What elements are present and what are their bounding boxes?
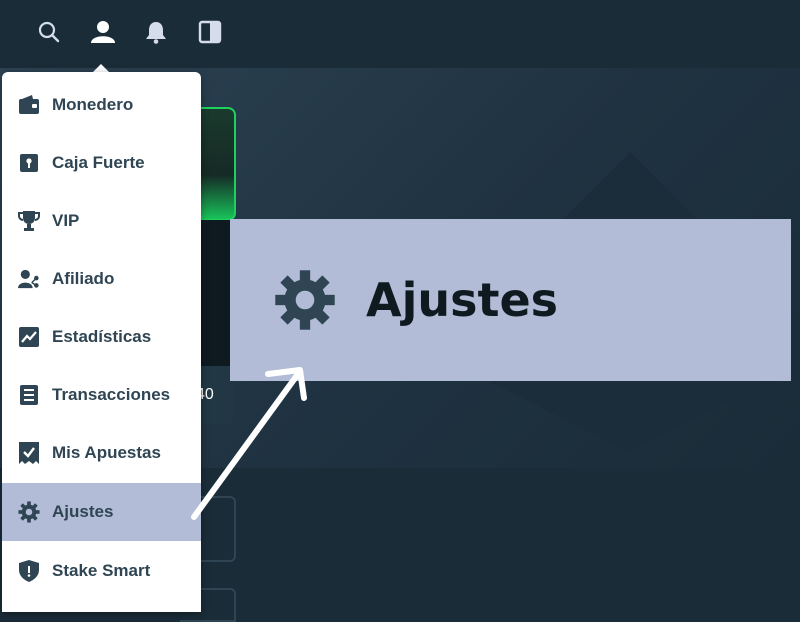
bell-icon[interactable]	[142, 18, 170, 46]
gear-icon	[274, 269, 336, 331]
menu-item-label: Transacciones	[52, 385, 171, 404]
menu-item-label: Stake Smart	[52, 561, 151, 580]
menu-item-label: Mis Apuestas	[52, 443, 161, 462]
menu-item-label: VIP	[52, 211, 80, 230]
trophy-icon	[18, 210, 40, 232]
annotation-arrow	[191, 367, 307, 520]
search-icon[interactable]	[35, 18, 63, 46]
affiliate-icon	[18, 268, 40, 290]
menu-item-estadisticas[interactable]: Estadísticas	[2, 308, 201, 366]
gear-icon	[18, 501, 40, 523]
menu-item-label: Caja Fuerte	[52, 153, 145, 172]
menu-item-caja-fuerte[interactable]: Caja Fuerte	[2, 134, 201, 192]
menu-item-transacciones[interactable]: Transacciones	[2, 366, 201, 424]
menu-item-label: Afiliado	[52, 269, 115, 288]
stats-icon	[18, 326, 40, 348]
menu-item-label: Monedero	[52, 95, 134, 114]
safe-icon	[18, 152, 40, 174]
user-icon[interactable]	[89, 18, 117, 46]
user-dropdown-menu: Monedero Caja Fuerte VIP Afiliado Estadí…	[2, 72, 201, 612]
menu-item-mis-apuestas[interactable]: Mis Apuestas	[2, 424, 201, 482]
menu-item-label: Estadísticas	[52, 327, 152, 346]
menu-item-vip[interactable]: VIP	[2, 192, 201, 250]
shield-icon	[18, 560, 40, 582]
menu-item-monedero[interactable]: Monedero	[2, 76, 201, 134]
menu-item-stake-smart[interactable]: Stake Smart	[2, 542, 201, 600]
menu-item-label: Ajustes	[52, 502, 114, 521]
menu-item-afiliado[interactable]: Afiliado	[2, 250, 201, 308]
menu-item-ajustes[interactable]: Ajustes	[2, 483, 201, 541]
sidebar-toggle-icon[interactable]	[196, 18, 224, 46]
top-bar	[0, 0, 800, 68]
transactions-icon	[18, 384, 40, 406]
bets-icon	[18, 442, 40, 464]
wallet-icon	[18, 94, 40, 116]
callout-label: Ajustes	[366, 273, 559, 327]
